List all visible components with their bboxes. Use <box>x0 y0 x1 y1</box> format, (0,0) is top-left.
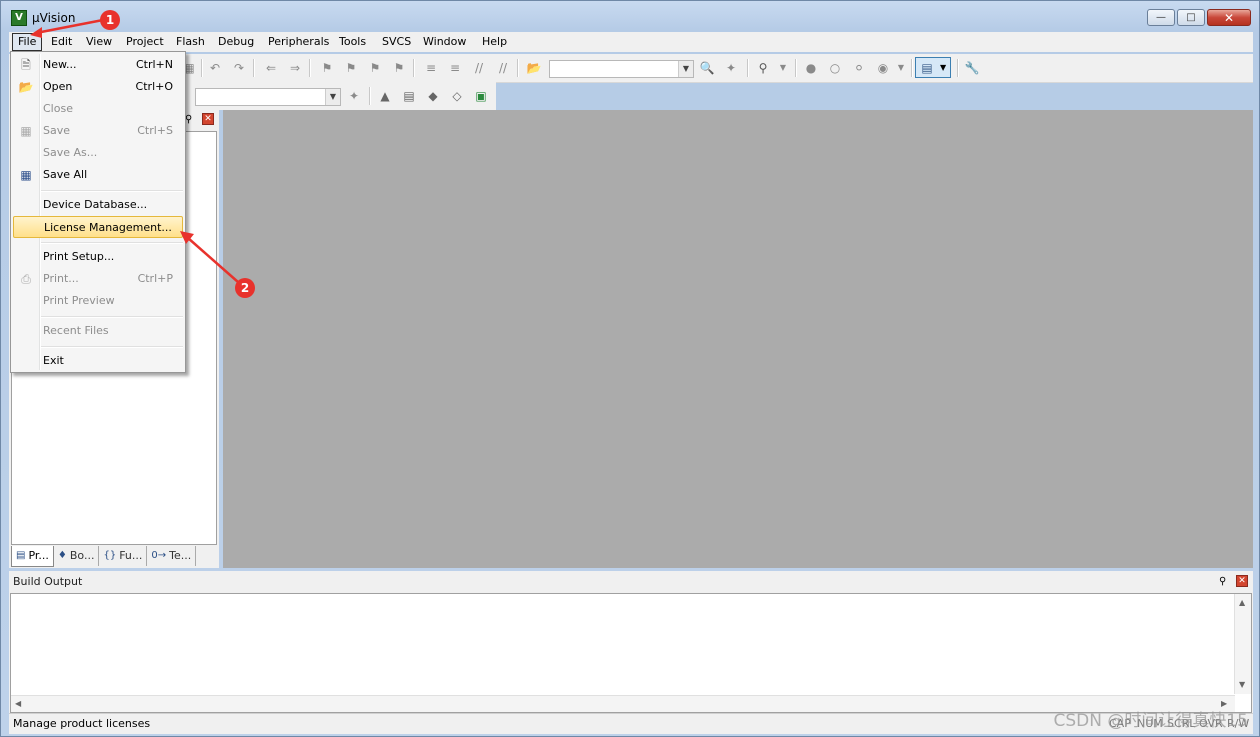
annotation-arrowhead-1 <box>30 27 42 38</box>
annotation-arrow-2 <box>187 237 239 283</box>
annotation-badge-1: 1 <box>100 10 120 30</box>
annotation-arrows <box>30 18 239 283</box>
csdn-watermark: CSDN @时间让得真快15 <box>1053 711 1248 731</box>
annotation-badge-2: 2 <box>235 278 255 298</box>
annotation-arrow-1 <box>35 18 104 35</box>
